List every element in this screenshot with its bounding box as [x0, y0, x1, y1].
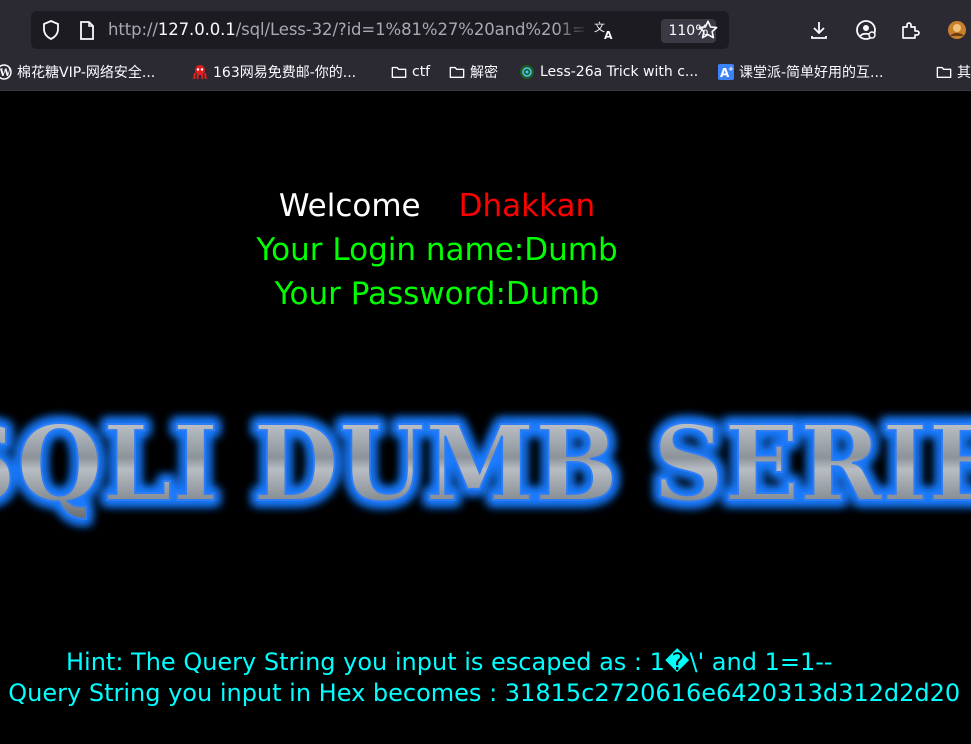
url-text[interactable]: http://127.0.0.1/sql/Less-32/?id=1%81%27… — [108, 20, 586, 42]
page-content: Welcome Dhakkan Your Login name:Dumb Your… — [0, 91, 971, 744]
password-text: Your Password:Dumb — [274, 276, 600, 312]
bookmark-label: 其 — [957, 65, 971, 81]
login-name-text: Your Login name:Dumb — [256, 232, 618, 268]
download-icon[interactable] — [808, 19, 830, 41]
svg-text:W: W — [0, 68, 12, 79]
series-banner: SQLI DUMB SERIES SQLI DUMB SERIES — [0, 397, 971, 536]
url-prefix: http:// — [108, 20, 158, 39]
star-icon[interactable] — [697, 19, 719, 41]
bookmark-label: 棉花糖VIP-网络安全... — [17, 65, 156, 81]
ketangpai-icon: A + — [718, 64, 734, 80]
welcome-line: Welcome Dhakkan — [0, 186, 874, 226]
browser-toolbar: http://127.0.0.1/sql/Less-32/?id=1%81%27… — [0, 0, 971, 91]
address-bar[interactable]: http://127.0.0.1/sql/Less-32/?id=1%81%27… — [31, 11, 729, 49]
bookmark-label: 163网易免费邮-你的... — [213, 65, 357, 81]
folder-icon — [391, 64, 407, 80]
url-path: /sql/Less-32/?id=1%81%27%20and%201= — [235, 20, 586, 39]
banner-text: SQLI DUMB SERIES — [0, 406, 971, 525]
bookmark-folder[interactable]: 解密 — [449, 62, 498, 82]
extensions-icon[interactable] — [899, 19, 921, 41]
bookmark-item[interactable]: W 棉花糖VIP-网络安全... — [0, 62, 155, 82]
octopus-icon — [192, 64, 208, 80]
url-fade — [556, 17, 588, 43]
extension-avatar-icon[interactable] — [946, 19, 968, 41]
user-name-text: Dhakkan — [458, 188, 596, 224]
welcome-text: Welcome — [278, 188, 421, 224]
translate-icon[interactable]: 文A — [593, 19, 617, 41]
bookmark-label: 课堂派-简单好用的互... — [739, 65, 884, 81]
bookmark-item[interactable]: A + 课堂派-简单好用的互... — [718, 62, 883, 82]
wordpress-icon: W — [0, 64, 12, 80]
bookmarks-toolbar: W 棉花糖VIP-网络安全... 163网易免费邮-你的... ctf 解密 L… — [0, 56, 971, 88]
folder-icon — [449, 64, 465, 80]
bookmark-folder[interactable]: ctf — [391, 62, 430, 82]
folder-icon — [936, 64, 952, 80]
url-host: 127.0.0.1 — [157, 20, 236, 39]
navigation-row: http://127.0.0.1/sql/Less-32/?id=1%81%27… — [0, 8, 971, 52]
site-icon — [519, 64, 535, 80]
account-icon[interactable] — [855, 19, 877, 41]
bookmark-item[interactable]: 163网易免费邮-你的... — [192, 62, 356, 82]
bookmark-label: ctf — [412, 64, 431, 80]
escaped-query-hint: Hint: The Query String you input is esca… — [66, 648, 833, 676]
bookmark-item[interactable]: Less-26a Trick with c... — [519, 62, 698, 82]
shield-icon[interactable] — [41, 20, 61, 40]
bookmark-label: 解密 — [470, 65, 498, 81]
svg-text:A: A — [604, 29, 613, 41]
svg-text:+: + — [728, 65, 734, 73]
hex-query-hint: The Query String you input in Hex become… — [0, 679, 961, 707]
bookmark-label: Less-26a Trick with c... — [540, 64, 699, 80]
page-icon[interactable] — [77, 20, 97, 40]
bookmark-folder[interactable]: 其 — [936, 62, 971, 82]
